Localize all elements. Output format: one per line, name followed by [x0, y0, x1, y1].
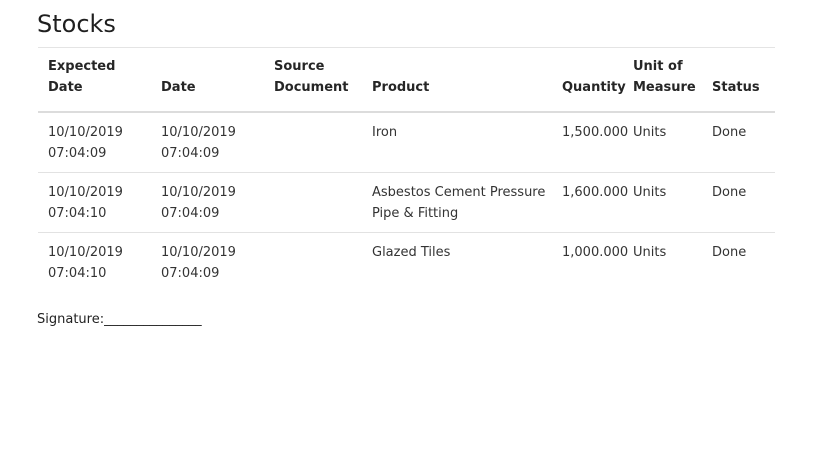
cell-expected-date: 10/10/2019 07:04:09	[38, 112, 151, 173]
table-header: Expected Date Date Source Document Produ…	[38, 56, 775, 113]
cell-source-document	[264, 112, 362, 173]
header-uom-line1: Unit of	[633, 59, 683, 74]
date-value: 10/10/2019	[161, 125, 236, 140]
cell-source-document	[264, 233, 362, 293]
header-source-document: Source Document	[264, 56, 362, 113]
signature-line: Signature:_______________	[37, 312, 202, 327]
cell-date: 10/10/2019 07:04:09	[151, 233, 264, 293]
expected-date-value: 10/10/2019	[48, 245, 123, 260]
date-value: 10/10/2019	[161, 185, 236, 200]
cell-status: Done	[702, 112, 775, 173]
header-expected-date: Expected Date	[38, 56, 151, 113]
cell-expected-date: 10/10/2019 07:04:10	[38, 233, 151, 293]
cell-source-document	[264, 172, 362, 233]
header-status: Status	[702, 56, 775, 113]
cell-product: Iron	[362, 112, 552, 173]
cell-unit-of-measure: Units	[633, 245, 667, 260]
title-divider	[38, 47, 775, 48]
table-row: 10/10/2019 07:04:10 10/10/2019 07:04:09 …	[38, 233, 775, 293]
cell-quantity: 1,500.000	[552, 112, 628, 173]
time-value: 07:04:09	[161, 266, 220, 281]
cell-date: 10/10/2019 07:04:09	[151, 112, 264, 173]
header-source-document-line2: Document	[274, 80, 349, 95]
expected-date-value: 10/10/2019	[48, 185, 123, 200]
header-unit-of-measure: Unit of Measure	[623, 56, 702, 113]
header-date: Date	[151, 56, 264, 113]
expected-time-value: 07:04:10	[48, 266, 107, 281]
cell-product: Glazed Tiles	[372, 245, 451, 260]
expected-time-value: 07:04:10	[48, 206, 107, 221]
header-product: Product	[362, 56, 552, 113]
cell-unit-of-measure: Units	[623, 112, 702, 173]
expected-date-value: 10/10/2019	[48, 125, 123, 140]
table-body: 10/10/2019 07:04:09 10/10/2019 07:04:09 …	[38, 112, 775, 292]
date-value: 10/10/2019	[161, 245, 236, 260]
cell-status: Done	[702, 172, 775, 233]
header-quantity: Quantity	[552, 56, 626, 113]
cell-quantity: 1,600.000	[552, 172, 628, 233]
table-row: 10/10/2019 07:04:10 10/10/2019 07:04:09 …	[38, 172, 775, 233]
header-source-document-line1: Source	[274, 59, 325, 74]
cell-date: 10/10/2019 07:04:09	[151, 172, 264, 233]
page-title: Stocks	[37, 10, 116, 38]
stock-moves-table: Expected Date Date Source Document Produ…	[38, 56, 775, 292]
cell-product: Asbestos Cement Pressure Pipe & Fitting	[362, 172, 552, 233]
cell-unit-of-measure: Units	[623, 172, 702, 233]
cell-quantity: 1,000.000	[562, 245, 629, 260]
table-header-row: Expected Date Date Source Document Produ…	[38, 56, 775, 113]
time-value: 07:04:09	[161, 146, 220, 161]
time-value: 07:04:09	[161, 206, 220, 221]
expected-time-value: 07:04:09	[48, 146, 107, 161]
cell-status: Done	[712, 245, 747, 260]
cell-expected-date: 10/10/2019 07:04:10	[38, 172, 151, 233]
table-row: 10/10/2019 07:04:09 10/10/2019 07:04:09 …	[38, 112, 775, 173]
header-uom-line2: Measure	[633, 80, 696, 95]
